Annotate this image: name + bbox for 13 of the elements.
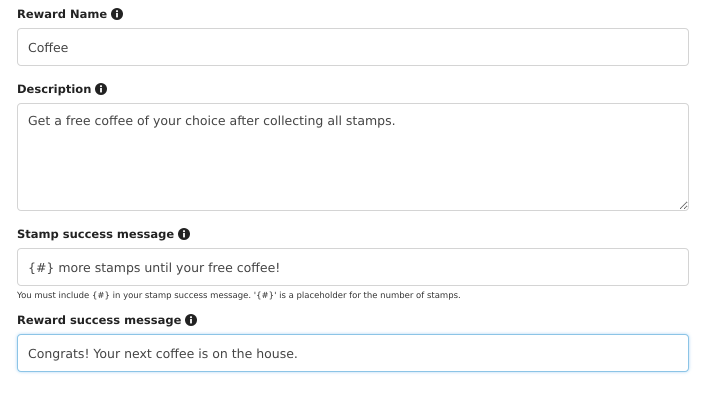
field-label: Reward Name <box>17 7 108 21</box>
info-icon <box>95 83 108 95</box>
text-field[interactable]: Coffee <box>17 28 689 66</box>
field-label: Stamp success message <box>17 227 174 241</box>
text-field[interactable]: {#} more stamps until your free coffee! <box>17 248 689 286</box>
info-icon <box>178 228 190 240</box>
info-icon <box>111 8 124 20</box>
info-icon <box>185 314 198 326</box>
field-label: Description <box>17 82 92 96</box>
help-text: You must include {#} in your stamp success message. '{#}' is a placeholder for the number of stamps. <box>17 291 462 301</box>
text-field[interactable]: Congrats! Your next coffee is on the house. <box>17 334 689 372</box>
text-area[interactable]: Get a free coffee of your choice after collecting all stamps. <box>17 103 689 211</box>
field-label: Reward success message <box>17 313 182 327</box>
